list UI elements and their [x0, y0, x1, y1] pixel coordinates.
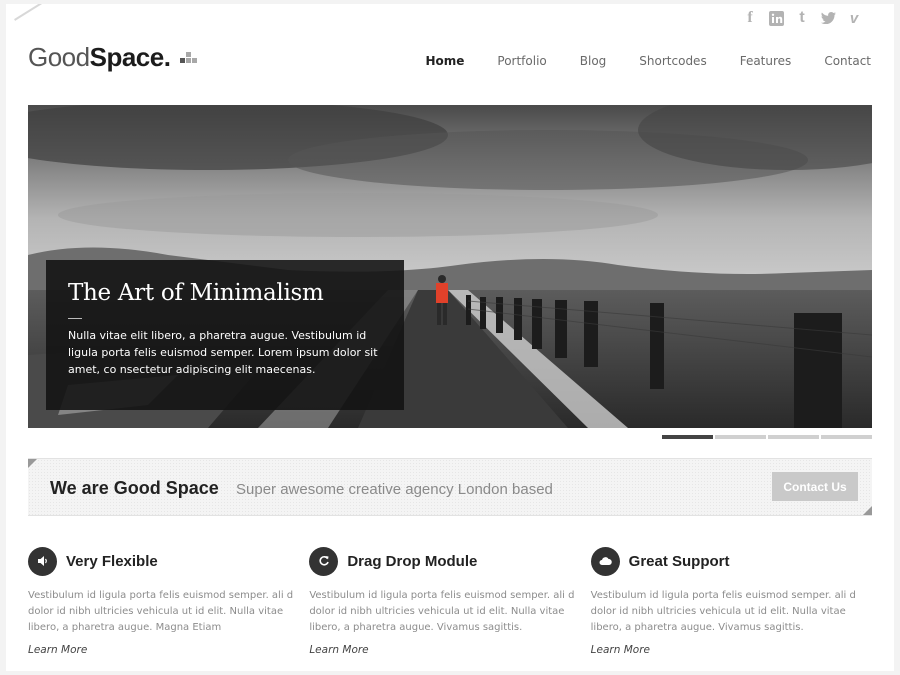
nav-item-features[interactable]: Features	[740, 54, 792, 68]
feature-text: Vestibulum id ligula porta felis euismod…	[309, 590, 575, 633]
tumblr-icon[interactable]: t	[794, 9, 810, 26]
hero-title: The Art of Minimalism	[68, 280, 324, 306]
linkedin-icon[interactable]	[768, 10, 784, 26]
contact-us-button[interactable]: Contact Us	[772, 472, 858, 501]
nav-item-contact[interactable]: Contact	[824, 54, 871, 68]
feature-title: Great Support	[628, 552, 730, 570]
features-row: Very Flexible Vestibulum id ligula porta…	[28, 546, 872, 656]
banner-corner-decoration	[863, 506, 872, 515]
corner-decoration	[14, 4, 44, 21]
feature-column: Drag Drop Module Vestibulum id ligula po…	[309, 546, 590, 656]
slider-pagination	[662, 435, 872, 439]
hero-slider[interactable]: The Art of Minimalism Nulla vitae elit l…	[28, 105, 872, 428]
cloud-icon	[590, 546, 620, 576]
refresh-icon	[309, 546, 339, 576]
hero-caption: The Art of Minimalism Nulla vitae elit l…	[46, 260, 404, 410]
nav-item-portfolio[interactable]: Portfolio	[497, 54, 546, 68]
banner-heading: We are Good Space	[50, 478, 219, 498]
logo-squares-icon	[180, 52, 198, 63]
learn-more-link[interactable]: Learn More	[28, 644, 299, 656]
caption-divider	[68, 318, 82, 319]
slider-dot-1[interactable]	[662, 435, 713, 439]
intro-banner: We are Good Space Super awesome creative…	[28, 458, 872, 516]
facebook-icon[interactable]: f	[742, 9, 758, 26]
slider-dot-2[interactable]	[715, 435, 766, 439]
logo-text-light: Good	[28, 42, 90, 72]
banner-corner-decoration	[28, 459, 37, 468]
nav-item-shortcodes[interactable]: Shortcodes	[639, 54, 706, 68]
banner-tagline: Super awesome creative agency London bas…	[236, 481, 553, 498]
social-links: f t v	[742, 9, 862, 27]
feature-title: Very Flexible	[66, 552, 158, 570]
nav-item-blog[interactable]: Blog	[580, 54, 607, 68]
feature-column: Great Support Vestibulum id ligula porta…	[590, 546, 872, 656]
page: f t v Good Space. Home Portfolio Blog Sho…	[6, 4, 894, 671]
main-nav: Home Portfolio Blog Shortcodes Features …	[425, 54, 871, 68]
slider-dot-3[interactable]	[768, 435, 819, 439]
slider-dot-4[interactable]	[821, 435, 872, 439]
feature-text: Vestibulum id ligula porta felis euismod…	[28, 590, 294, 633]
speaker-icon	[28, 546, 57, 576]
feature-column: Very Flexible Vestibulum id ligula porta…	[28, 546, 309, 656]
logo-text-bold: Space.	[89, 42, 171, 72]
hero-text: Nulla vitae elit libero, a pharetra augu…	[68, 329, 378, 376]
nav-item-home[interactable]: Home	[425, 54, 464, 68]
twitter-icon[interactable]	[820, 10, 836, 26]
vimeo-icon[interactable]: v	[846, 10, 862, 27]
learn-more-link[interactable]: Learn More	[309, 644, 580, 656]
learn-more-link[interactable]: Learn More	[591, 644, 862, 656]
feature-text: Vestibulum id ligula porta felis euismod…	[590, 590, 856, 633]
feature-title: Drag Drop Module	[347, 552, 478, 570]
site-logo[interactable]: Good Space.	[28, 42, 198, 73]
